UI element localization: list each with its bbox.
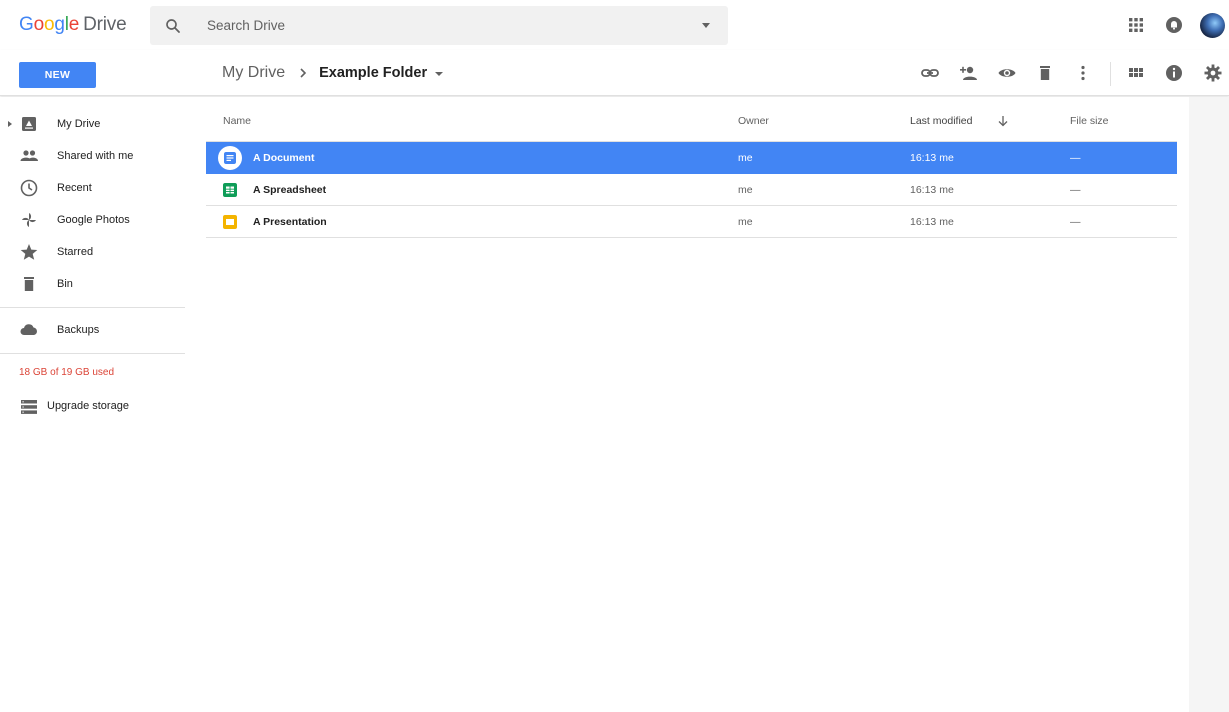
top-bar: Google Drive Search Drive xyxy=(0,0,1229,50)
pinwheel-icon xyxy=(22,213,36,227)
cloud-icon xyxy=(20,324,37,335)
logo-letter: e xyxy=(68,14,80,35)
sidebar-divider xyxy=(0,307,185,308)
breadcrumb-root[interactable]: My Drive xyxy=(222,64,285,82)
sidebar-item-bin[interactable]: Bin xyxy=(0,268,186,300)
sidebar-item-backups[interactable]: Backups xyxy=(0,314,186,346)
share-person-icon[interactable] xyxy=(958,63,978,83)
sidebar-item-starred[interactable]: Starred xyxy=(0,236,186,268)
sidebar-item-label: Shared with me xyxy=(57,150,134,162)
file-owner: me xyxy=(738,184,753,196)
people-icon xyxy=(20,150,38,161)
table-row[interactable]: A Spreadsheet me 16:13 me — xyxy=(206,174,1177,206)
logo-letter: o xyxy=(33,14,45,35)
more-vert-icon[interactable] xyxy=(1073,63,1093,83)
sidebar-item-label: My Drive xyxy=(57,118,101,130)
toolbar-divider xyxy=(1110,62,1111,86)
file-size: — xyxy=(1070,152,1081,164)
logo-letter: g xyxy=(54,14,65,35)
document-icon xyxy=(224,152,236,164)
settings-gear-icon[interactable] xyxy=(1203,63,1223,83)
sidebar-item-label: Bin xyxy=(57,278,73,290)
link-icon[interactable] xyxy=(920,63,940,83)
column-header-file-size[interactable]: File size xyxy=(1070,115,1109,127)
table-row[interactable]: A Presentation me 16:13 me — xyxy=(206,206,1177,238)
sidebar-item-label: Google Photos xyxy=(57,214,130,226)
upgrade-storage-link[interactable]: Upgrade storage xyxy=(0,395,186,419)
bin-icon xyxy=(24,277,34,291)
file-name: A Presentation xyxy=(253,216,327,228)
file-size: — xyxy=(1070,216,1081,228)
logo-letter: o xyxy=(43,14,55,35)
column-header-name[interactable]: Name xyxy=(223,115,251,127)
new-button[interactable]: NEW xyxy=(19,62,96,88)
google-drive-logo[interactable]: Google Drive xyxy=(19,14,127,36)
sort-down-arrow-icon[interactable] xyxy=(997,115,1009,127)
column-header-owner[interactable]: Owner xyxy=(738,115,769,127)
sidebar-item-my-drive[interactable]: My Drive xyxy=(0,108,186,140)
presentation-icon xyxy=(223,215,237,229)
logo-letter: G xyxy=(19,14,34,35)
delete-bin-icon[interactable] xyxy=(1035,63,1055,83)
column-header-last-modified[interactable]: Last modified xyxy=(910,115,972,127)
storage-stack-icon xyxy=(21,400,37,414)
sidebar: My Drive Shared with me Recent Google Ph… xyxy=(0,97,206,712)
file-owner: me xyxy=(738,216,753,228)
sidebar-divider xyxy=(0,353,185,354)
notifications-icon[interactable] xyxy=(1165,16,1183,34)
grid-view-icon[interactable] xyxy=(1126,63,1146,83)
file-owner: me xyxy=(738,152,753,164)
clock-icon xyxy=(20,179,38,197)
file-name: A Document xyxy=(253,152,315,164)
sidebar-item-google-photos[interactable]: Google Photos xyxy=(0,204,186,236)
storage-usage-text: 18 GB of 19 GB used xyxy=(19,367,115,378)
search-box[interactable]: Search Drive xyxy=(150,6,728,45)
info-icon[interactable] xyxy=(1164,63,1184,83)
file-last-modified: 16:13 me xyxy=(910,216,954,228)
table-row[interactable]: A Document me 16:13 me — xyxy=(206,142,1177,174)
upgrade-storage-label: Upgrade storage xyxy=(47,400,129,412)
drive-icon xyxy=(22,117,36,131)
sidebar-item-recent[interactable]: Recent xyxy=(0,172,186,204)
sidebar-item-label: Starred xyxy=(57,246,94,258)
search-icon[interactable] xyxy=(164,17,182,35)
logo-word: Drive xyxy=(83,14,127,35)
file-name: A Spreadsheet xyxy=(253,184,327,196)
search-options-caret-icon[interactable] xyxy=(702,23,710,28)
sidebar-item-label: Recent xyxy=(57,182,92,194)
chevron-right-icon xyxy=(300,68,307,78)
file-last-modified: 16:13 me xyxy=(910,152,954,164)
action-bar: NEW My Drive Example Folder xyxy=(0,50,1229,96)
search-input[interactable]: Search Drive xyxy=(207,18,285,33)
breadcrumb: My Drive Example Folder xyxy=(222,64,444,82)
apps-grid-icon[interactable] xyxy=(1129,18,1143,32)
preview-eye-icon[interactable] xyxy=(997,63,1017,83)
account-avatar[interactable] xyxy=(1200,13,1225,38)
sidebar-item-label: Backups xyxy=(57,324,100,336)
right-gutter xyxy=(1189,97,1229,712)
star-icon xyxy=(20,244,38,260)
expand-caret-icon[interactable] xyxy=(8,121,12,127)
breadcrumb-current-folder[interactable]: Example Folder xyxy=(319,65,427,81)
file-size: — xyxy=(1070,184,1081,196)
spreadsheet-icon xyxy=(223,183,237,197)
folder-menu-caret-icon[interactable] xyxy=(435,72,444,76)
file-last-modified: 16:13 me xyxy=(910,184,954,196)
sidebar-item-shared-with-me[interactable]: Shared with me xyxy=(0,140,186,172)
